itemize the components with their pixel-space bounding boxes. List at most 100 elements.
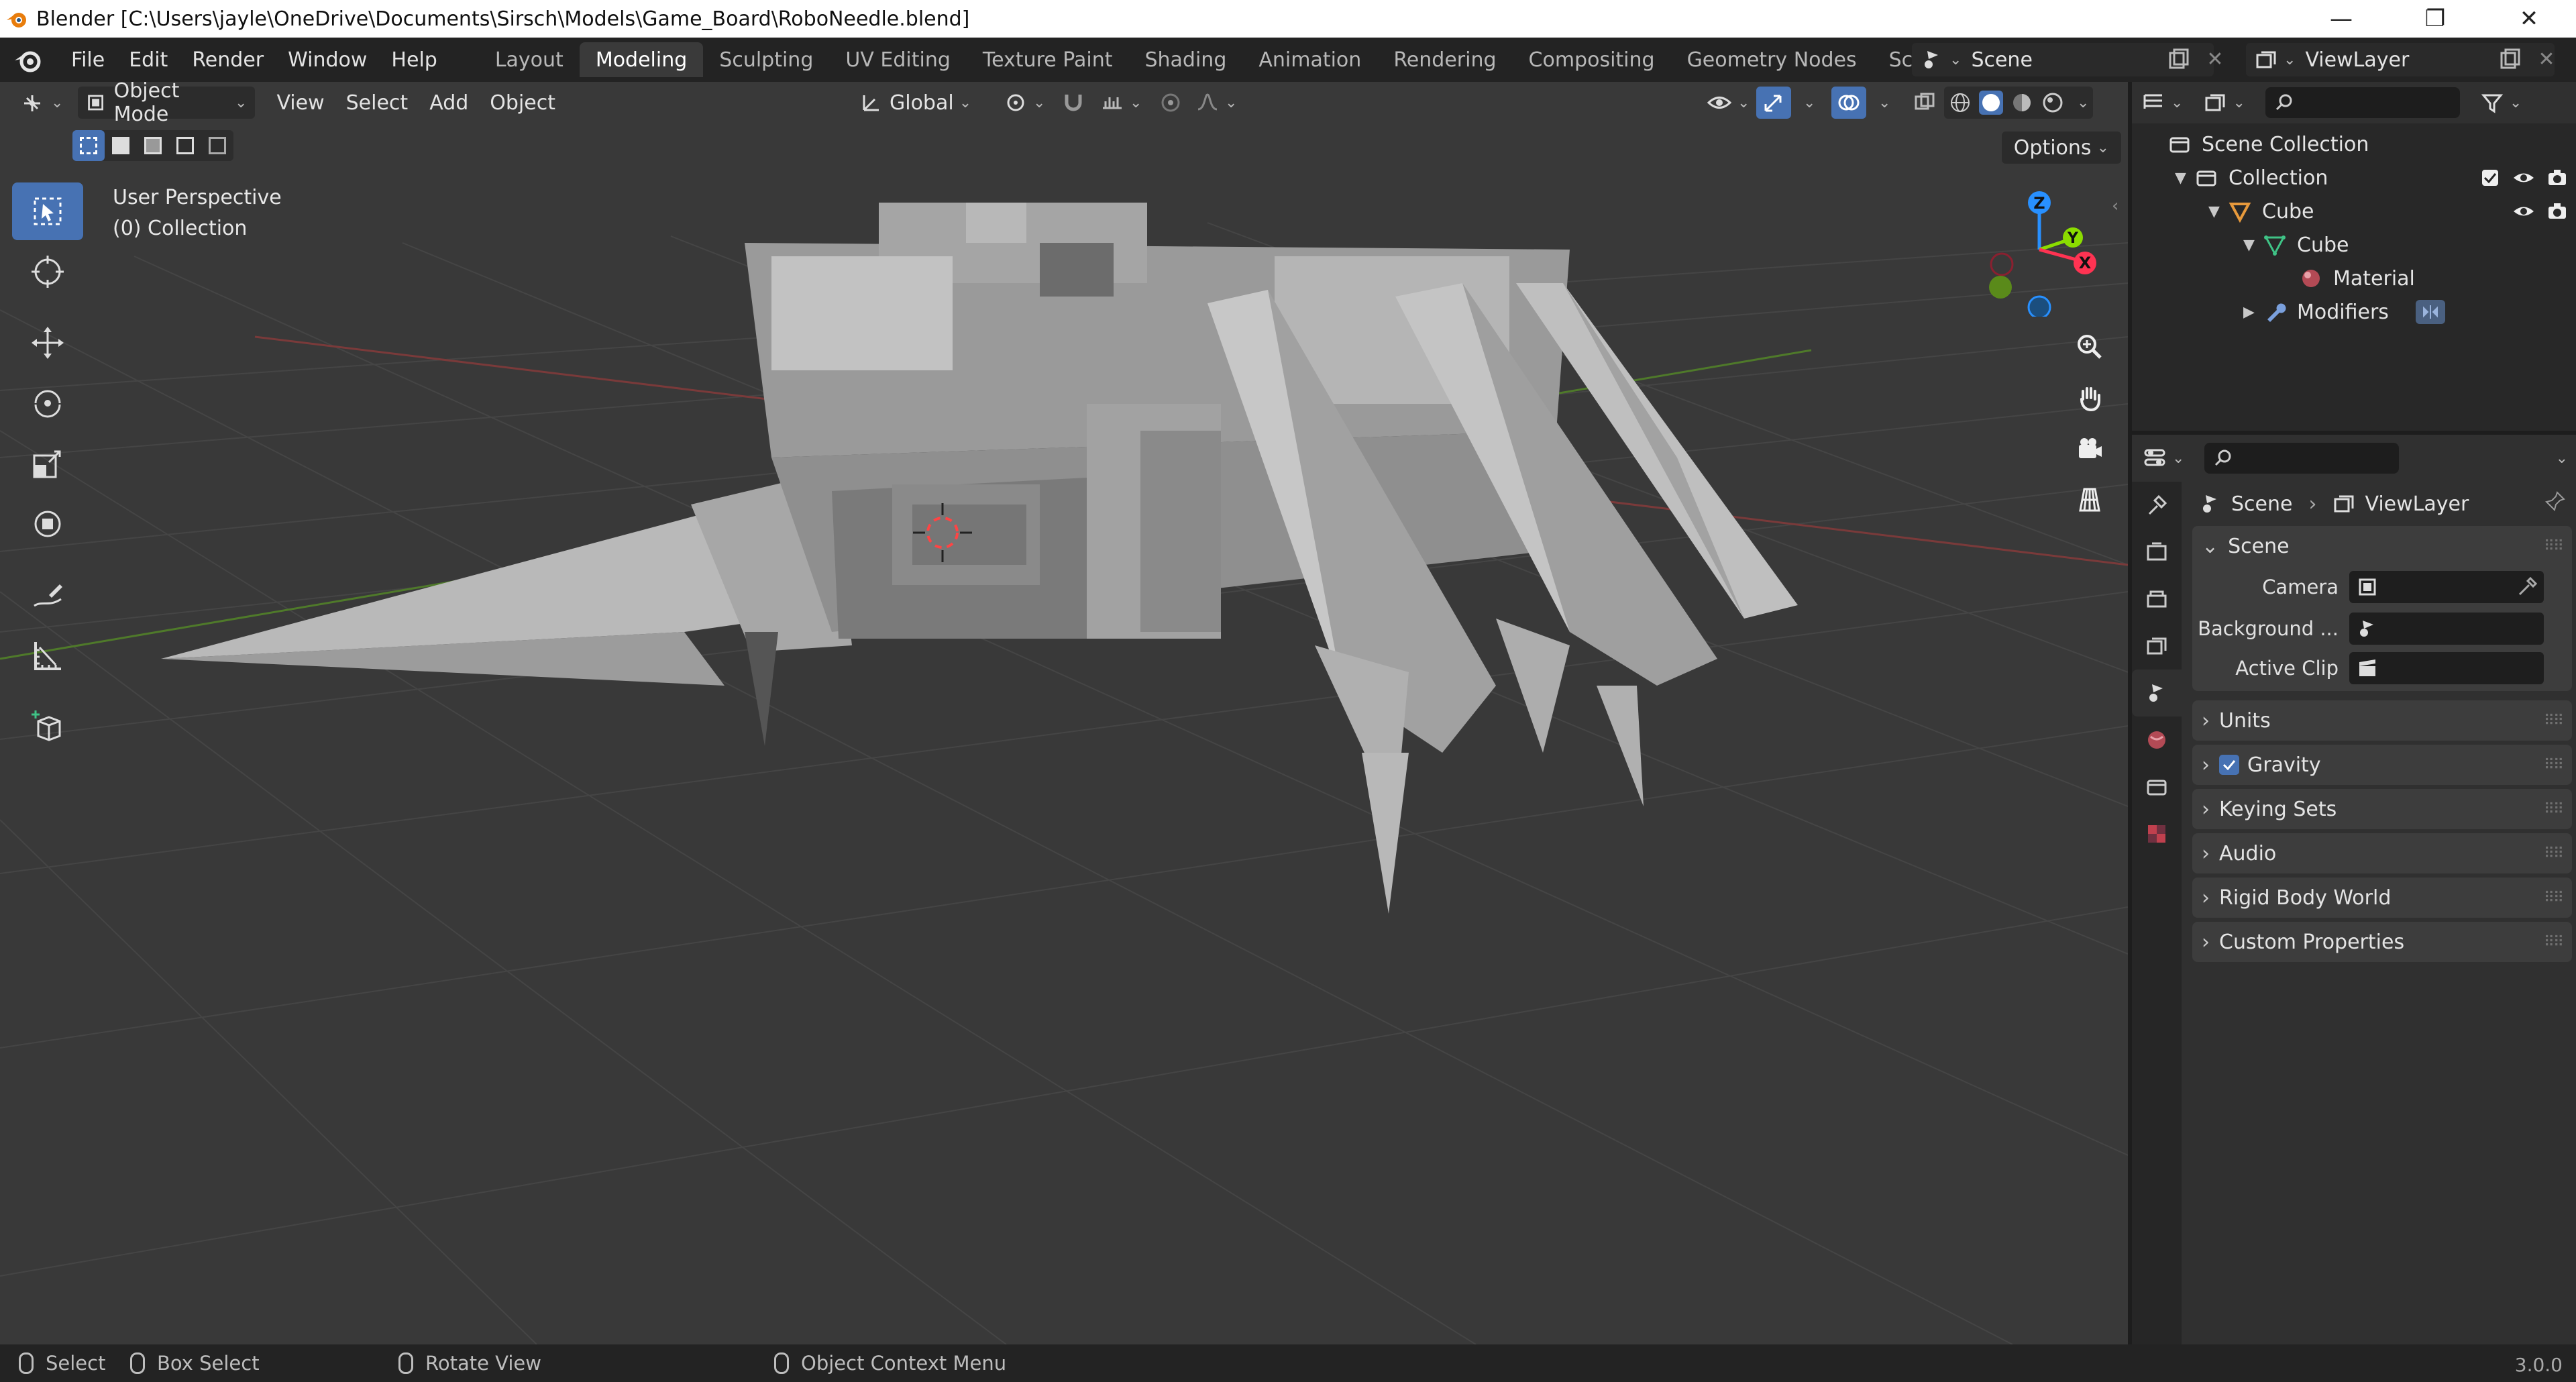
scene-panel-header[interactable]: ⌄ Scene ⠿⠿	[2192, 526, 2572, 566]
tool-tab-icon[interactable]	[2132, 482, 2182, 529]
collection-tab-icon[interactable]	[2132, 763, 2182, 810]
move-tool[interactable]	[12, 314, 83, 372]
object-visibility-dropdown[interactable]: ⌄	[1699, 87, 1758, 119]
remove-scene-icon[interactable]: ✕	[2203, 47, 2227, 71]
drag-grip-icon[interactable]: ⠿⠿	[2544, 934, 2564, 951]
gizmo-toggle[interactable]	[1756, 87, 1791, 119]
expand-arrow-icon[interactable]: ▶	[2243, 304, 2263, 321]
properties-editor-icon[interactable]	[2143, 446, 2167, 470]
exclude-checkbox-icon[interactable]	[2478, 166, 2502, 190]
chevron-down-icon[interactable]: ⌄	[2077, 95, 2089, 111]
snap-target-dropdown[interactable]: ⌄	[1092, 87, 1150, 119]
collapse-arrow-icon[interactable]: ▼	[2243, 237, 2263, 254]
display-mode-icon[interactable]	[2203, 91, 2227, 115]
proportional-editing-toggle[interactable]	[1151, 87, 1190, 119]
outliner-search-input[interactable]	[2265, 87, 2460, 118]
material-preview-icon[interactable]	[2010, 91, 2034, 115]
active-clip-field[interactable]	[2349, 652, 2544, 684]
collapse-arrow-icon[interactable]: ▼	[2175, 170, 2195, 187]
menu-edit[interactable]: Edit	[117, 43, 180, 76]
options-dropdown[interactable]: Options ⌄	[2001, 131, 2121, 164]
perspective-toggle-icon[interactable]	[2066, 476, 2113, 523]
menu-window[interactable]: Window	[276, 43, 379, 76]
object-mode-dropdown[interactable]: Object Mode ⌄	[78, 82, 256, 126]
neg-z-axis-handle[interactable]	[2027, 295, 2051, 317]
camera-view-icon[interactable]	[2066, 425, 2113, 472]
select-subtract-mode-icon[interactable]	[137, 130, 169, 161]
wireframe-shading-icon[interactable]	[1948, 91, 1972, 115]
transform-orientation-dropdown[interactable]: Global ⌄	[852, 87, 979, 119]
mirror-modifier-icon[interactable]	[2415, 300, 2445, 324]
new-scene-icon[interactable]	[2167, 47, 2191, 71]
collection-row[interactable]: ▼ Collection	[2175, 161, 2576, 195]
custom-properties-panel[interactable]: › Custom Properties ⠿⠿	[2192, 922, 2572, 962]
cursor-tool[interactable]	[12, 243, 83, 301]
blender-logo-icon[interactable]	[12, 44, 44, 76]
tab-uv-editing[interactable]: UV Editing	[829, 42, 967, 77]
gizmo-dropdown[interactable]: ⌄	[1790, 87, 1823, 119]
rotate-tool[interactable]	[12, 374, 83, 432]
gravity-checkbox[interactable]	[2219, 755, 2239, 775]
editor-type-button[interactable]: ⌄	[12, 87, 71, 119]
rendered-shading-icon[interactable]	[2041, 91, 2065, 115]
cube-object-row[interactable]: ▼ Cube	[2208, 195, 2576, 228]
camera-field[interactable]	[2349, 571, 2544, 603]
tab-texture-paint[interactable]: Texture Paint	[967, 42, 1129, 77]
navigation-gizmo[interactable]: Z Y X	[1972, 182, 2106, 317]
rigid-body-world-panel[interactable]: › Rigid Body World ⠿⠿	[2192, 878, 2572, 918]
3d-viewport[interactable]: ⌄ Object Mode ⌄ View Select Add Object G…	[0, 82, 2128, 1344]
tab-modeling[interactable]: Modeling	[579, 42, 704, 77]
eyedropper-icon[interactable]	[2517, 577, 2537, 597]
tab-shading[interactable]: Shading	[1128, 42, 1242, 77]
properties-search-input[interactable]	[2204, 443, 2400, 474]
eye-icon[interactable]	[2512, 166, 2536, 190]
annotate-tool[interactable]	[12, 566, 83, 624]
pivot-point-button[interactable]: ⌄	[996, 87, 1053, 119]
pin-icon[interactable]	[2545, 491, 2565, 517]
units-panel[interactable]: › Units ⠿⠿	[2192, 700, 2572, 741]
material-row[interactable]: Material	[2300, 262, 2415, 295]
collapse-arrow-icon[interactable]: ▼	[2208, 203, 2229, 220]
select-extend-mode-icon[interactable]	[105, 130, 137, 161]
scale-tool[interactable]	[12, 435, 83, 492]
cube-mesh-row[interactable]: ▼ Cube	[2243, 228, 2349, 262]
measure-tool[interactable]	[12, 627, 83, 684]
tab-compositing[interactable]: Compositing	[1513, 42, 1671, 77]
gravity-panel[interactable]: › Gravity ⠿⠿	[2192, 745, 2572, 785]
menu-file[interactable]: File	[59, 43, 117, 76]
camera-render-icon[interactable]	[2545, 166, 2569, 190]
close-button[interactable]: ✕	[2482, 0, 2576, 38]
select-invert-mode-icon[interactable]	[169, 130, 201, 161]
restore-button[interactable]: ❐	[2388, 0, 2482, 38]
neg-y-axis-handle[interactable]	[1989, 276, 2012, 299]
chevron-down-icon[interactable]: ⌄	[2556, 450, 2568, 467]
minimize-button[interactable]: —	[2294, 0, 2388, 38]
texture-tab-icon[interactable]	[2132, 810, 2182, 857]
xray-toggle[interactable]	[1905, 87, 1944, 119]
keying-sets-panel[interactable]: › Keying Sets ⠿⠿	[2192, 789, 2572, 829]
modifiers-row[interactable]: ▶ Modifiers	[2243, 295, 2445, 329]
world-tab-icon[interactable]	[2132, 716, 2182, 763]
render-tab-icon[interactable]	[2132, 529, 2182, 576]
outliner-editor-icon[interactable]	[2141, 91, 2165, 115]
overlays-dropdown[interactable]: ⌄	[1865, 87, 1898, 119]
proportional-falloff-dropdown[interactable]: ⌄	[1187, 87, 1245, 119]
hand-pan-icon[interactable]	[2066, 374, 2113, 421]
drag-grip-icon[interactable]: ⠿⠿	[2544, 712, 2564, 729]
menu-add[interactable]: Add	[421, 87, 476, 119]
camera-render-icon[interactable]	[2545, 199, 2569, 223]
eye-icon[interactable]	[2512, 199, 2536, 223]
background-field[interactable]	[2349, 613, 2544, 645]
menu-object[interactable]: Object	[482, 87, 564, 119]
scene-tab-icon[interactable]	[2132, 670, 2182, 716]
drag-grip-icon[interactable]: ⠿⠿	[2544, 801, 2564, 818]
snap-toggle[interactable]	[1053, 87, 1093, 119]
neg-x-axis-handle[interactable]	[1990, 252, 2014, 276]
drag-grip-icon[interactable]: ⠿⠿	[2544, 538, 2564, 555]
solid-shading-icon[interactable]	[1979, 91, 2003, 115]
scene-collection-row[interactable]: Scene Collection	[2168, 127, 2369, 161]
select-box-tool[interactable]	[12, 182, 83, 240]
output-tab-icon[interactable]	[2132, 576, 2182, 623]
remove-viewlayer-icon[interactable]: ✕	[2534, 47, 2559, 71]
tab-animation[interactable]: Animation	[1242, 42, 1377, 77]
